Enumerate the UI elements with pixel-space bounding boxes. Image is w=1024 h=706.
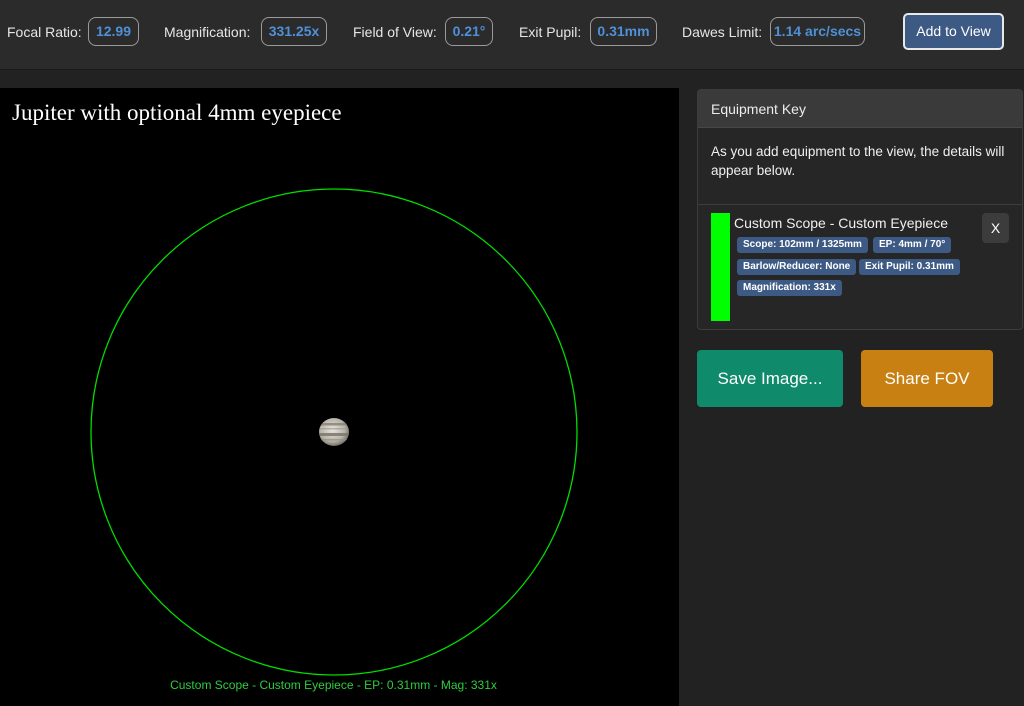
- equipment-key-header: Equipment Key: [698, 90, 1022, 128]
- add-to-view-button[interactable]: Add to View: [903, 13, 1004, 50]
- fov-svg: [90, 188, 578, 676]
- save-image-button[interactable]: Save Image...: [697, 350, 843, 407]
- stats-bar: Focal Ratio: 12.99 Magnification: 331.25…: [0, 0, 1024, 70]
- equipment-key-panel: Equipment Key As you add equipment to th…: [697, 89, 1023, 330]
- entry-color-swatch: [711, 213, 730, 321]
- field-of-view-value: 0.21°: [445, 17, 493, 46]
- focal-ratio-value: 12.99: [88, 17, 139, 46]
- remove-entry-button[interactable]: X: [982, 213, 1009, 243]
- dawes-limit-value: 1.14 arc/secs: [770, 17, 865, 46]
- barlow-badge: Barlow/Reducer: None: [737, 259, 857, 275]
- magnification-badge: Magnification: 331x: [737, 280, 842, 296]
- equipment-key-description: As you add equipment to the view, the de…: [698, 128, 1022, 205]
- view-caption: Custom Scope - Custom Eyepiece - EP: 0.3…: [170, 678, 497, 692]
- exit-pupil-badge: Exit Pupil: 0.31mm: [859, 259, 960, 275]
- magnification-label: Magnification:: [164, 24, 251, 40]
- focal-ratio-label: Focal Ratio:: [7, 24, 82, 40]
- share-fov-button[interactable]: Share FOV: [861, 350, 993, 407]
- field-of-view-label: Field of View:: [353, 24, 437, 40]
- fov-view-canvas: Jupiter with optional 4mm eyepiece Custo…: [0, 88, 679, 706]
- equipment-entry: Custom Scope - Custom Eyepiece Scope: 10…: [698, 205, 1022, 329]
- magnification-value: 331.25x: [261, 17, 327, 46]
- eyepiece-badge: EP: 4mm / 70°: [873, 237, 952, 253]
- scope-badge: Scope: 102mm / 1325mm: [737, 237, 868, 253]
- jupiter-icon: [319, 418, 349, 446]
- entry-title: Custom Scope - Custom Eyepiece: [734, 215, 948, 231]
- dawes-limit-label: Dawes Limit:: [682, 24, 763, 40]
- exit-pupil-value: 0.31mm: [590, 17, 657, 46]
- exit-pupil-label: Exit Pupil:: [519, 24, 582, 40]
